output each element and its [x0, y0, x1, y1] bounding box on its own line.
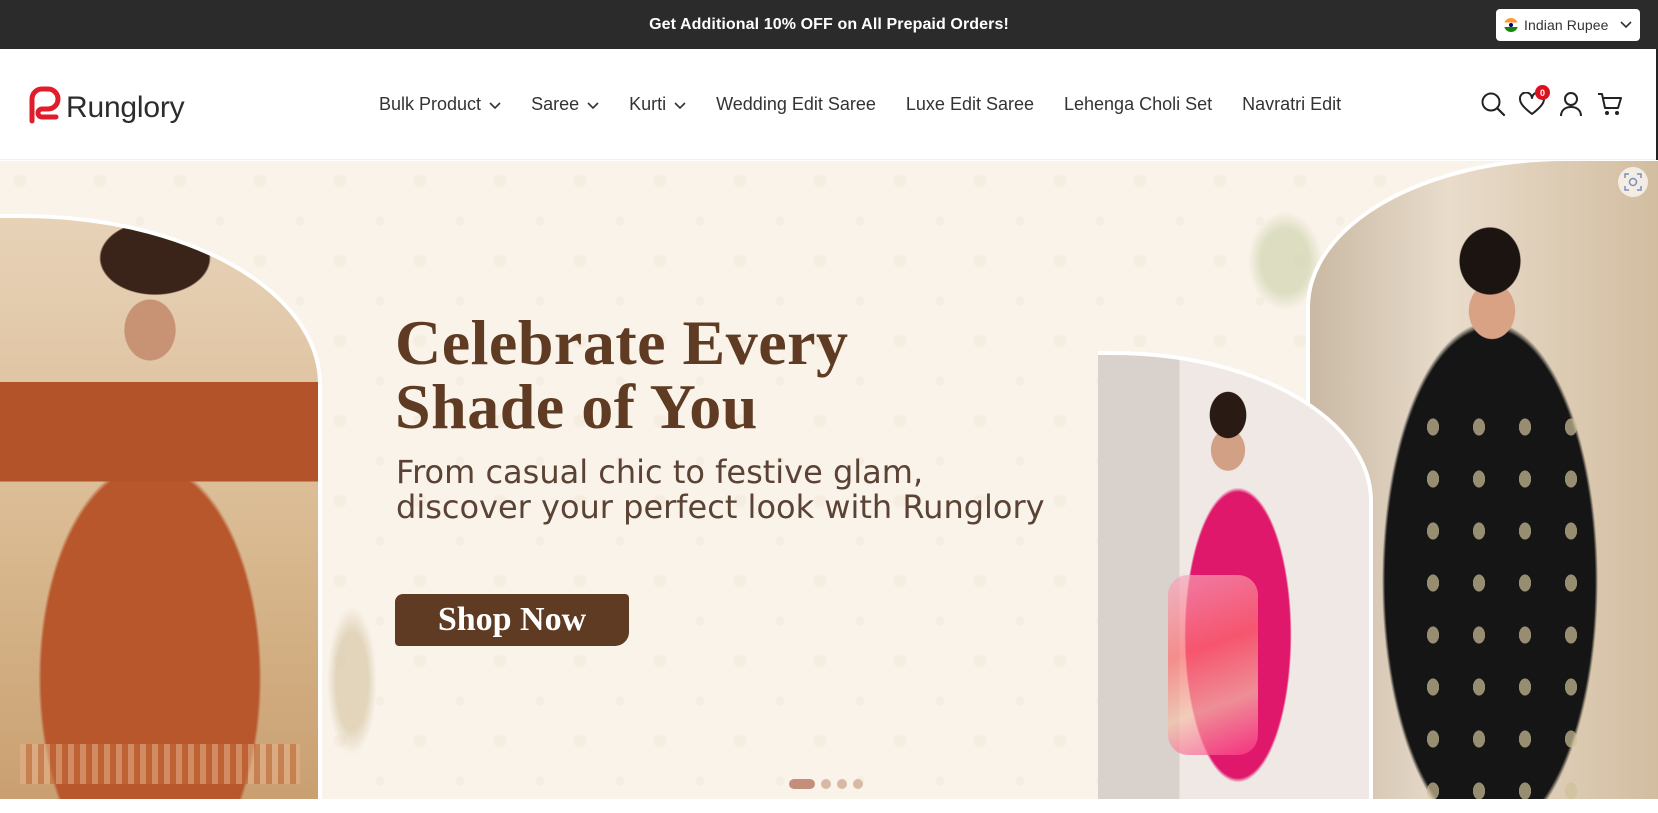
nav-item-navratri-edit[interactable]: Navratri Edit	[1242, 94, 1341, 115]
chevron-down-icon	[489, 94, 501, 115]
nav-label: Luxe Edit Saree	[905, 94, 1034, 114]
india-flag-icon	[1504, 18, 1518, 32]
chevron-down-icon	[674, 94, 686, 115]
carousel-dot-3[interactable]	[837, 779, 847, 789]
currency-selector[interactable]: Indian Rupee	[1496, 9, 1640, 41]
nav-label: Lehenga Choli Set	[1064, 94, 1213, 114]
hero-title: Celebrate Every Shade of You	[395, 311, 1035, 439]
logo-text: Runglory	[66, 90, 185, 124]
carousel-dot-1[interactable]	[789, 779, 815, 789]
main-nav: Bulk Product Saree Kurti Wedding Edit Sa…	[379, 49, 1341, 160]
carousel-dot-4[interactable]	[853, 779, 863, 789]
cart-icon[interactable]	[1597, 91, 1623, 117]
nav-label: Bulk Product	[379, 94, 482, 114]
logo-mark-icon	[26, 85, 62, 130]
hero-banner: Celebrate Every Shade of You From casual…	[0, 161, 1658, 799]
account-icon[interactable]	[1558, 91, 1584, 117]
carousel-dot-2[interactable]	[821, 779, 831, 789]
currency-label: Indian Rupee	[1524, 17, 1609, 33]
page-bottom	[0, 799, 1658, 813]
foliage-decoration	[322, 551, 402, 799]
hero-subtitle-line: discover your perfect look with Runglory	[396, 488, 1045, 526]
nav-item-kurti[interactable]: Kurti	[629, 94, 686, 115]
hero-title-line: Celebrate Every	[395, 307, 849, 378]
carousel-dots	[789, 779, 863, 789]
nav-label: Wedding Edit Saree	[716, 94, 876, 114]
shop-now-button[interactable]: Shop Now	[395, 594, 629, 646]
header-icons: 0	[1480, 85, 1623, 117]
announcement-bar: Get Additional 10% OFF on All Prepaid Or…	[0, 0, 1658, 49]
nav-item-wedding-edit-saree[interactable]: Wedding Edit Saree	[716, 94, 876, 115]
nav-label: Navratri Edit	[1242, 94, 1342, 114]
site-header: Runglory Bulk Product Saree Kurti Weddin…	[0, 49, 1658, 160]
nav-label: Saree	[531, 94, 580, 114]
visual-search-icon[interactable]	[1618, 167, 1648, 197]
nav-label: Kurti	[629, 94, 667, 114]
wishlist-icon[interactable]: 0	[1519, 85, 1550, 117]
hero-subtitle-line: From casual chic to festive glam,	[396, 453, 924, 491]
logo[interactable]: Runglory	[26, 85, 185, 130]
chevron-down-icon	[587, 94, 599, 115]
model-photo-lehenga	[0, 214, 322, 799]
hero-subtitle: From casual chic to festive glam, discov…	[396, 455, 1096, 525]
search-icon[interactable]	[1480, 91, 1506, 117]
nav-item-bulk-product[interactable]: Bulk Product	[379, 94, 501, 115]
announcement-text: Get Additional 10% OFF on All Prepaid Or…	[649, 15, 1009, 33]
nav-item-saree[interactable]: Saree	[531, 94, 599, 115]
nav-item-luxe-edit-saree[interactable]: Luxe Edit Saree	[906, 94, 1034, 115]
nav-item-lehenga-choli-set[interactable]: Lehenga Choli Set	[1064, 94, 1212, 115]
chevron-down-icon	[1620, 21, 1632, 29]
wishlist-count-badge: 0	[1535, 85, 1550, 100]
hero-title-line: Shade of You	[395, 371, 758, 442]
